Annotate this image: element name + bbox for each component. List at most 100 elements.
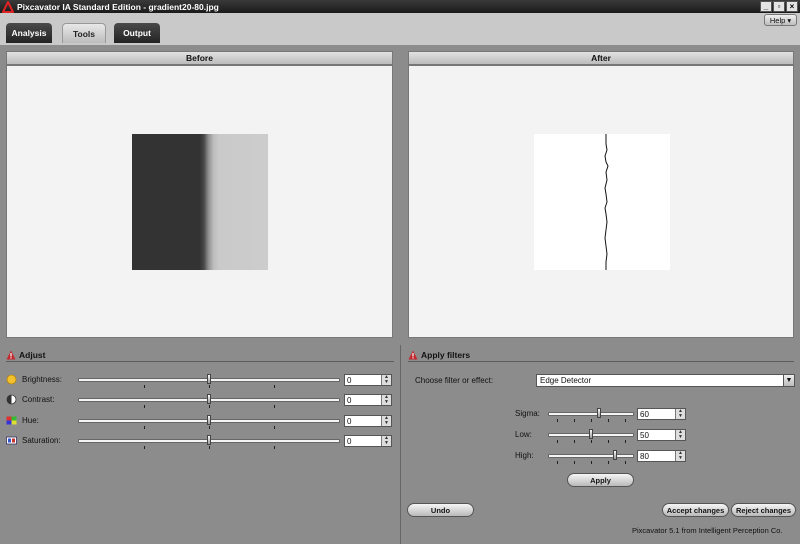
filters-title: Apply filters xyxy=(421,350,471,360)
help-label: Help xyxy=(769,15,786,25)
section-divider xyxy=(400,345,401,544)
contrast-label: Contrast: xyxy=(22,395,55,404)
spin-arrows[interactable]: ▲ ▼ xyxy=(381,436,391,446)
before-panel-header: Before xyxy=(6,51,393,65)
hue-value-text: 0 xyxy=(347,416,352,426)
minimize-button[interactable]: _ xyxy=(760,1,772,12)
brightness-value[interactable]: 0 ▲ ▼ xyxy=(344,374,392,386)
adjust-title: Adjust xyxy=(19,350,46,360)
help-button[interactable]: Help ▾ xyxy=(764,14,797,26)
slider-tick xyxy=(625,461,626,464)
slider-tick xyxy=(608,440,609,443)
filter-select[interactable]: Edge Detector ▼ xyxy=(536,374,795,387)
section-marker-icon xyxy=(408,350,418,360)
tab-output[interactable]: Output xyxy=(114,23,160,43)
adjust-divider xyxy=(6,361,394,362)
saturation-value[interactable]: 0 ▲ ▼ xyxy=(344,435,392,447)
slider-tick xyxy=(574,461,575,464)
high-label: High: xyxy=(515,451,534,460)
app-logo-icon xyxy=(2,0,14,13)
close-button[interactable]: × xyxy=(786,1,798,12)
slider-tick xyxy=(625,440,626,443)
contrast-value[interactable]: 0 ▲ ▼ xyxy=(344,394,392,406)
section-marker-icon xyxy=(6,350,16,360)
spin-arrows[interactable]: ▲ ▼ xyxy=(675,430,685,440)
high-slider[interactable] xyxy=(548,450,634,464)
slider-thumb[interactable] xyxy=(589,429,593,439)
hue-value[interactable]: 0 ▲ ▼ xyxy=(344,415,392,427)
slider-tick xyxy=(209,405,210,408)
spin-down-icon[interactable]: ▼ xyxy=(676,414,685,419)
maximize-button[interactable]: ▫ xyxy=(773,1,785,12)
spin-down-icon[interactable]: ▼ xyxy=(382,441,391,446)
window-controls: _ ▫ × xyxy=(760,1,798,12)
slider-tick xyxy=(209,385,210,388)
slider-thumb[interactable] xyxy=(207,415,211,425)
low-value[interactable]: 50 ▲ ▼ xyxy=(637,429,686,441)
spin-down-icon[interactable]: ▼ xyxy=(676,456,685,461)
slider-thumb[interactable] xyxy=(207,394,211,404)
slider-tick xyxy=(557,440,558,443)
contrast-slider[interactable] xyxy=(78,394,340,408)
footer-credit: Pixcavator 5.1 from Intelligent Percepti… xyxy=(632,526,783,535)
saturation-slider[interactable] xyxy=(78,435,340,449)
spin-arrows[interactable]: ▲ ▼ xyxy=(381,375,391,385)
spin-down-icon[interactable]: ▼ xyxy=(382,421,391,426)
chevron-down-icon: ▾ xyxy=(787,15,792,25)
after-image xyxy=(534,134,670,270)
slider-thumb[interactable] xyxy=(597,408,601,418)
low-slider[interactable] xyxy=(548,429,634,443)
spin-down-icon[interactable]: ▼ xyxy=(382,380,391,385)
spin-arrows[interactable]: ▲ ▼ xyxy=(381,416,391,426)
spin-arrows[interactable]: ▲ ▼ xyxy=(675,451,685,461)
slider-thumb[interactable] xyxy=(207,435,211,445)
sigma-slider[interactable] xyxy=(548,408,634,422)
chevron-down-icon[interactable]: ▼ xyxy=(783,375,794,386)
brightness-slider[interactable] xyxy=(78,374,340,388)
high-value[interactable]: 80 ▲ ▼ xyxy=(637,450,686,462)
after-panel-header: After xyxy=(408,51,794,65)
slider-tick xyxy=(608,461,609,464)
slider-tick xyxy=(209,426,210,429)
hue-slider[interactable] xyxy=(78,415,340,429)
slider-tick xyxy=(274,426,275,429)
saturation-icon xyxy=(6,436,17,445)
slider-tick xyxy=(274,385,275,388)
slider-tick xyxy=(557,419,558,422)
hue-label-row: Hue: xyxy=(6,415,39,426)
brightness-label-row: Brightness: xyxy=(6,374,62,385)
hue-icon xyxy=(6,416,17,425)
saturation-label-row: Saturation: xyxy=(6,435,61,446)
slider-tick xyxy=(209,446,210,449)
before-canvas xyxy=(6,65,393,338)
spin-arrows[interactable]: ▲ ▼ xyxy=(675,409,685,419)
before-image xyxy=(132,134,268,270)
apply-button[interactable]: Apply xyxy=(567,473,634,487)
slider-tick xyxy=(144,446,145,449)
brightness-label: Brightness: xyxy=(22,375,63,384)
edge-line xyxy=(604,134,609,270)
saturation-label: Saturation: xyxy=(22,436,61,445)
high-value-text: 80 xyxy=(640,451,649,461)
spin-down-icon[interactable]: ▼ xyxy=(676,435,685,440)
window-title: Pixcavator IA Standard Edition - gradien… xyxy=(17,1,219,12)
slider-tick xyxy=(274,446,275,449)
slider-tick xyxy=(625,419,626,422)
low-value-text: 50 xyxy=(640,430,649,440)
slider-tick xyxy=(574,440,575,443)
slider-thumb[interactable] xyxy=(613,450,617,460)
slider-track xyxy=(548,454,634,458)
accept-changes-button[interactable]: Accept changes xyxy=(662,503,729,517)
spin-down-icon[interactable]: ▼ xyxy=(382,400,391,405)
slider-tick xyxy=(591,419,592,422)
slider-tick xyxy=(144,426,145,429)
reject-changes-button[interactable]: Reject changes xyxy=(731,503,796,517)
sigma-value[interactable]: 60 ▲ ▼ xyxy=(637,408,686,420)
tab-tools[interactable]: Tools xyxy=(62,23,106,43)
slider-tick xyxy=(274,405,275,408)
tab-analysis[interactable]: Analysis xyxy=(6,23,52,43)
undo-button[interactable]: Undo xyxy=(407,503,474,517)
slider-thumb[interactable] xyxy=(207,374,211,384)
sigma-label: Sigma: xyxy=(515,409,540,418)
spin-arrows[interactable]: ▲ ▼ xyxy=(381,395,391,405)
